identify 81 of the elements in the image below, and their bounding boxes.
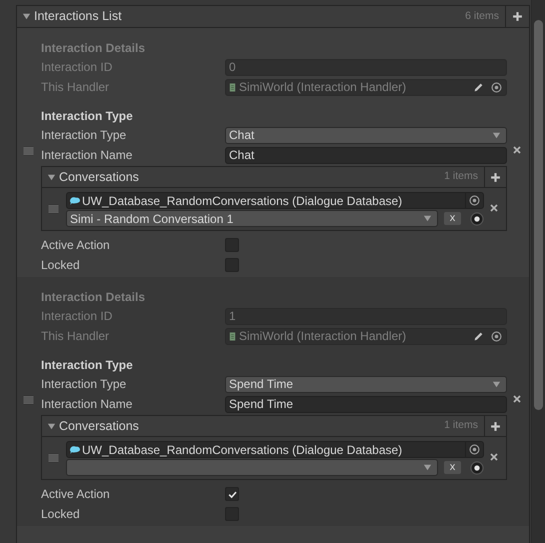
dropdown[interactable]: Chat xyxy=(225,126,507,144)
object-name: UW_Database_RandomConversations (Dialogue Database) xyxy=(82,192,404,210)
remove-button[interactable] xyxy=(511,144,523,156)
close-icon xyxy=(489,452,499,462)
dropdown-value: Chat xyxy=(229,127,256,144)
dropdown-arrow-icon xyxy=(423,463,432,472)
target-icon[interactable] xyxy=(491,330,502,342)
close-icon xyxy=(512,394,522,404)
field-label: Interaction ID xyxy=(41,308,114,325)
item-count: 1 items xyxy=(444,169,478,184)
object-field[interactable]: SimiWorld (Interaction Handler) xyxy=(225,78,507,96)
script-icon xyxy=(228,330,237,342)
field-label: Interaction ID xyxy=(41,59,114,76)
close-icon xyxy=(512,145,522,155)
cloud-icon xyxy=(69,444,81,455)
text-field[interactable]: 0 xyxy=(225,58,507,76)
field-label: Active Action xyxy=(41,486,111,503)
clear-button[interactable]: x xyxy=(444,461,461,474)
field-label: Interaction Name xyxy=(41,147,134,164)
field-label: Interaction Type xyxy=(41,376,128,393)
remove-button[interactable] xyxy=(488,451,500,463)
section-header: Interaction Type xyxy=(41,357,134,374)
drag-handle-icon[interactable] xyxy=(22,395,35,405)
remove-button[interactable] xyxy=(488,202,500,214)
object-name: SimiWorld (Interaction Handler) xyxy=(239,79,408,96)
target-icon[interactable] xyxy=(469,444,480,455)
target-icon[interactable] xyxy=(469,195,480,206)
collapse-triangle-icon[interactable] xyxy=(22,12,31,21)
dropdown-value: Simi - Random Conversation 1 xyxy=(70,210,234,228)
plus-icon xyxy=(490,172,501,182)
dropdown-value: Spend Time xyxy=(229,376,294,393)
scrollbar-thumb[interactable] xyxy=(534,20,543,410)
drag-handle-icon[interactable] xyxy=(22,146,35,156)
drag-handle-icon[interactable] xyxy=(47,204,60,214)
list-title: Interactions List xyxy=(34,8,123,26)
scrollbar[interactable] xyxy=(531,0,545,543)
target-icon[interactable] xyxy=(491,82,502,92)
object-name: SimiWorld (Interaction Handler) xyxy=(239,328,408,345)
pencil-icon[interactable] xyxy=(473,82,484,92)
text-field[interactable]: Spend Time xyxy=(225,396,507,412)
section-header: Interaction Type xyxy=(41,108,134,125)
field-label: Locked xyxy=(41,506,81,523)
checkbox[interactable] xyxy=(225,487,239,501)
item-count: 1 items xyxy=(444,418,478,434)
list-title: Conversations xyxy=(59,418,140,435)
dropdown[interactable]: Spend Time xyxy=(225,376,507,392)
field-label: Locked xyxy=(41,257,81,274)
field-label: This Handler xyxy=(41,79,110,96)
item-count: 6 items xyxy=(465,8,499,24)
collapse-triangle-icon[interactable] xyxy=(47,172,56,182)
radio-button[interactable] xyxy=(470,212,484,226)
checkbox[interactable] xyxy=(225,238,239,252)
plus-icon xyxy=(512,11,523,22)
object-name: UW_Database_RandomConversations (Dialogue Database) xyxy=(82,442,404,458)
pencil-icon[interactable] xyxy=(473,330,484,342)
dropdown-arrow-icon xyxy=(423,214,432,223)
object-field[interactable]: UW_Database_RandomConversations (Dialogue Database) xyxy=(66,192,484,209)
object-field[interactable]: SimiWorld (Interaction Handler) xyxy=(225,328,507,344)
dropdown[interactable]: Simi - Random Conversation 1 xyxy=(66,210,438,227)
field-label: Active Action xyxy=(41,237,111,254)
drag-handle-icon[interactable] xyxy=(47,453,60,463)
field-label: Interaction Type xyxy=(41,127,128,144)
script-icon xyxy=(228,82,237,92)
text-field[interactable]: 1 xyxy=(225,308,507,324)
collapse-triangle-icon[interactable] xyxy=(47,422,56,430)
cloud-icon xyxy=(69,195,81,206)
dropdown-arrow-icon xyxy=(492,380,501,388)
field-label: Interaction Name xyxy=(41,396,134,413)
radio-button[interactable] xyxy=(470,460,484,474)
text-field[interactable]: Chat xyxy=(225,146,507,164)
remove-button[interactable] xyxy=(511,393,523,405)
field-label: This Handler xyxy=(41,328,110,345)
plus-icon xyxy=(490,420,501,432)
list-title: Conversations xyxy=(59,168,140,186)
checkbox[interactable] xyxy=(225,258,239,272)
clear-button[interactable]: x xyxy=(444,212,461,225)
dropdown-arrow-icon xyxy=(492,130,501,140)
close-icon xyxy=(489,203,499,213)
section-header: Interaction Details xyxy=(41,40,146,57)
object-field[interactable]: UW_Database_RandomConversations (Dialogue Database) xyxy=(66,441,484,458)
section-header: Interaction Details xyxy=(41,289,146,306)
